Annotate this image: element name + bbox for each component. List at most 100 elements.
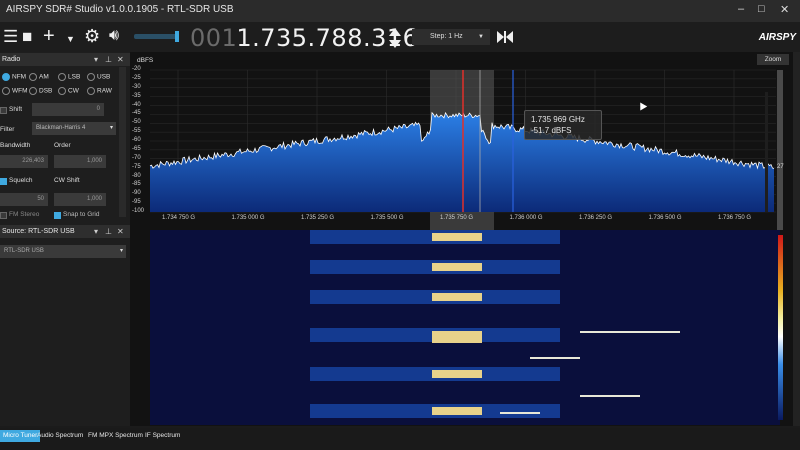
x-tick-label: 1.735 000 G — [231, 215, 265, 221]
close-icon[interactable]: ✕ — [117, 225, 124, 238]
source-panel-header: Source: RTL-SDR USB ▾ ⊥ ✕ — [0, 225, 130, 238]
waterfall-streak — [580, 331, 680, 333]
bottom-tab-bar: Micro Tuner Audio Spectrum FM MPX Spectr… — [0, 428, 800, 450]
shift-input[interactable]: 0 — [32, 103, 104, 116]
chevron-down-icon: ▾ — [109, 125, 113, 131]
volume-knob[interactable] — [175, 31, 179, 42]
waterfall-streak — [530, 357, 580, 359]
waterfall-background — [150, 230, 780, 425]
bandwidth-label: Bandwidth — [0, 142, 31, 149]
y-tick-label: -95 — [132, 199, 141, 206]
y-tick-label: -30 — [132, 83, 141, 90]
tooltip-level: -51.7 dBFS — [531, 126, 572, 135]
squelch-label: Squelch — [9, 177, 33, 184]
order-input[interactable]: 1,000 — [54, 155, 106, 168]
waterfall-burst — [432, 331, 482, 343]
chevron-down-icon: ▼ — [478, 34, 484, 40]
fm-stereo-label: FM Stereo — [9, 211, 40, 218]
tab-fm-mpx-spectrum[interactable]: FM MPX Spectrum — [85, 430, 146, 442]
mode-wfm[interactable]: WFM — [2, 87, 28, 95]
snap-to-grid-checkbox[interactable] — [54, 212, 61, 219]
window-title: AIRSPY SDR# Studio v1.0.0.1905 - RTL-SDR… — [6, 4, 234, 15]
airspy-logo: AIRSPY — [758, 32, 796, 43]
filter-label: Filter — [0, 126, 15, 133]
minimize-button[interactable]: – — [738, 3, 744, 15]
cw-shift-input[interactable]: 1,000 — [54, 193, 106, 206]
snap-to-grid-label: Snap to Grid — [63, 211, 100, 218]
speaker-icon[interactable]: 🔊︎ — [109, 27, 119, 45]
squelch-checkbox[interactable] — [0, 178, 7, 185]
shift-checkbox[interactable] — [0, 107, 7, 114]
title-bar: AIRSPY SDR# Studio v1.0.0.1905 - RTL-SDR… — [0, 0, 800, 22]
x-tick-label: 1.736 750 G — [718, 215, 752, 221]
cw-shift-label: CW Shift — [54, 177, 80, 184]
x-tick-label: 1.736 000 G — [509, 215, 543, 221]
y-tick-label: -35 — [132, 92, 141, 99]
fm-stereo-checkbox[interactable] — [0, 212, 7, 219]
x-tick-label: 1.734 750 G — [162, 215, 196, 221]
x-tick-label: 1.735 750 G — [440, 215, 474, 221]
spectrum-level-scrollbar — [777, 70, 783, 230]
maximize-button[interactable]: □ — [758, 3, 765, 15]
mode-cw[interactable]: CW — [58, 87, 79, 95]
y-tick-label: -45 — [132, 110, 141, 117]
step-label: Step: 1 Hz — [430, 33, 463, 40]
gear-icon[interactable]: ⚙ — [84, 27, 100, 45]
y-tick-label: -40 — [132, 101, 141, 108]
y-tick-label: -25 — [132, 74, 141, 81]
x-tick-label: 1.736 500 G — [648, 215, 682, 221]
chevron-down-icon[interactable]: ▼ — [66, 30, 75, 48]
bandwidth-input[interactable]: 226,403 — [0, 155, 48, 168]
waterfall-streak — [500, 412, 540, 414]
frequency-updown-icon[interactable] — [388, 27, 402, 49]
frequency-display[interactable]: 0011.735.788.316 — [190, 24, 418, 52]
menu-icon[interactable]: ☰ — [3, 28, 18, 46]
close-button[interactable]: ✕ — [780, 3, 789, 16]
y-tick-label: -55 — [132, 128, 141, 135]
y-tick-label: -80 — [132, 172, 141, 179]
right-scrollbar[interactable] — [793, 52, 800, 426]
y-tick-label: -90 — [132, 190, 141, 197]
order-label: Order — [54, 142, 71, 149]
tab-audio-spectrum[interactable]: Audio Spectrum — [34, 430, 86, 442]
mode-dsb[interactable]: DSB — [29, 87, 52, 95]
chevron-down-icon[interactable]: ▾ — [94, 225, 98, 238]
chevron-down-icon[interactable]: ▾ — [94, 53, 98, 66]
y-tick-label: -70 — [132, 154, 141, 161]
source-panel-title: Source: RTL-SDR USB — [2, 228, 75, 235]
mode-raw[interactable]: RAW — [87, 87, 112, 95]
mode-am[interactable]: AM — [29, 73, 49, 81]
mode-lsb[interactable]: LSB — [58, 73, 80, 81]
waterfall-burst — [432, 407, 482, 415]
squelch-input[interactable]: 50 — [0, 193, 48, 206]
frequency-tooltip: 1.735 969 GHz -51.7 dBFS — [524, 110, 602, 140]
y-tick-label: -60 — [132, 137, 141, 143]
center-tune-icon[interactable] — [495, 29, 515, 45]
y-tick-label: -100 — [132, 208, 145, 214]
waterfall-burst — [432, 233, 482, 241]
pin-icon[interactable]: ⊥ — [105, 53, 112, 66]
filter-select[interactable]: Blackman-Harris 4 ▾ — [32, 122, 116, 135]
waterfall-burst — [432, 370, 482, 378]
tooltip-frequency: 1.735 969 GHz — [531, 115, 585, 124]
waterfall-burst — [432, 263, 482, 271]
mode-usb[interactable]: USB — [87, 73, 110, 81]
mode-nfm[interactable]: NFM — [2, 73, 26, 81]
add-icon[interactable]: + — [43, 26, 55, 46]
pin-icon[interactable]: ⊥ — [105, 225, 112, 238]
radio-panel-header: Radio ▾ ⊥ ✕ — [0, 53, 130, 66]
close-icon[interactable]: ✕ — [117, 53, 124, 66]
stop-icon[interactable]: ■ — [22, 28, 32, 46]
x-tick-label: 1.735 500 G — [370, 215, 404, 221]
source-device-select[interactable]: RTL-SDR USB ▾ — [0, 245, 126, 258]
shift-label: Shift — [9, 106, 23, 113]
step-select[interactable]: Step: 1 Hz ▼ — [412, 29, 490, 45]
y-tick-label: -65 — [132, 145, 141, 152]
spectrum-fill — [150, 112, 774, 212]
volume-slider[interactable] — [134, 34, 178, 39]
x-tick-label: 1.736 250 G — [579, 215, 613, 221]
spectrum-svg[interactable] — [130, 52, 800, 426]
radio-panel-title: Radio — [2, 56, 21, 63]
radio-panel-scrollbar[interactable] — [119, 67, 126, 217]
tab-if-spectrum[interactable]: IF Spectrum — [142, 430, 183, 442]
